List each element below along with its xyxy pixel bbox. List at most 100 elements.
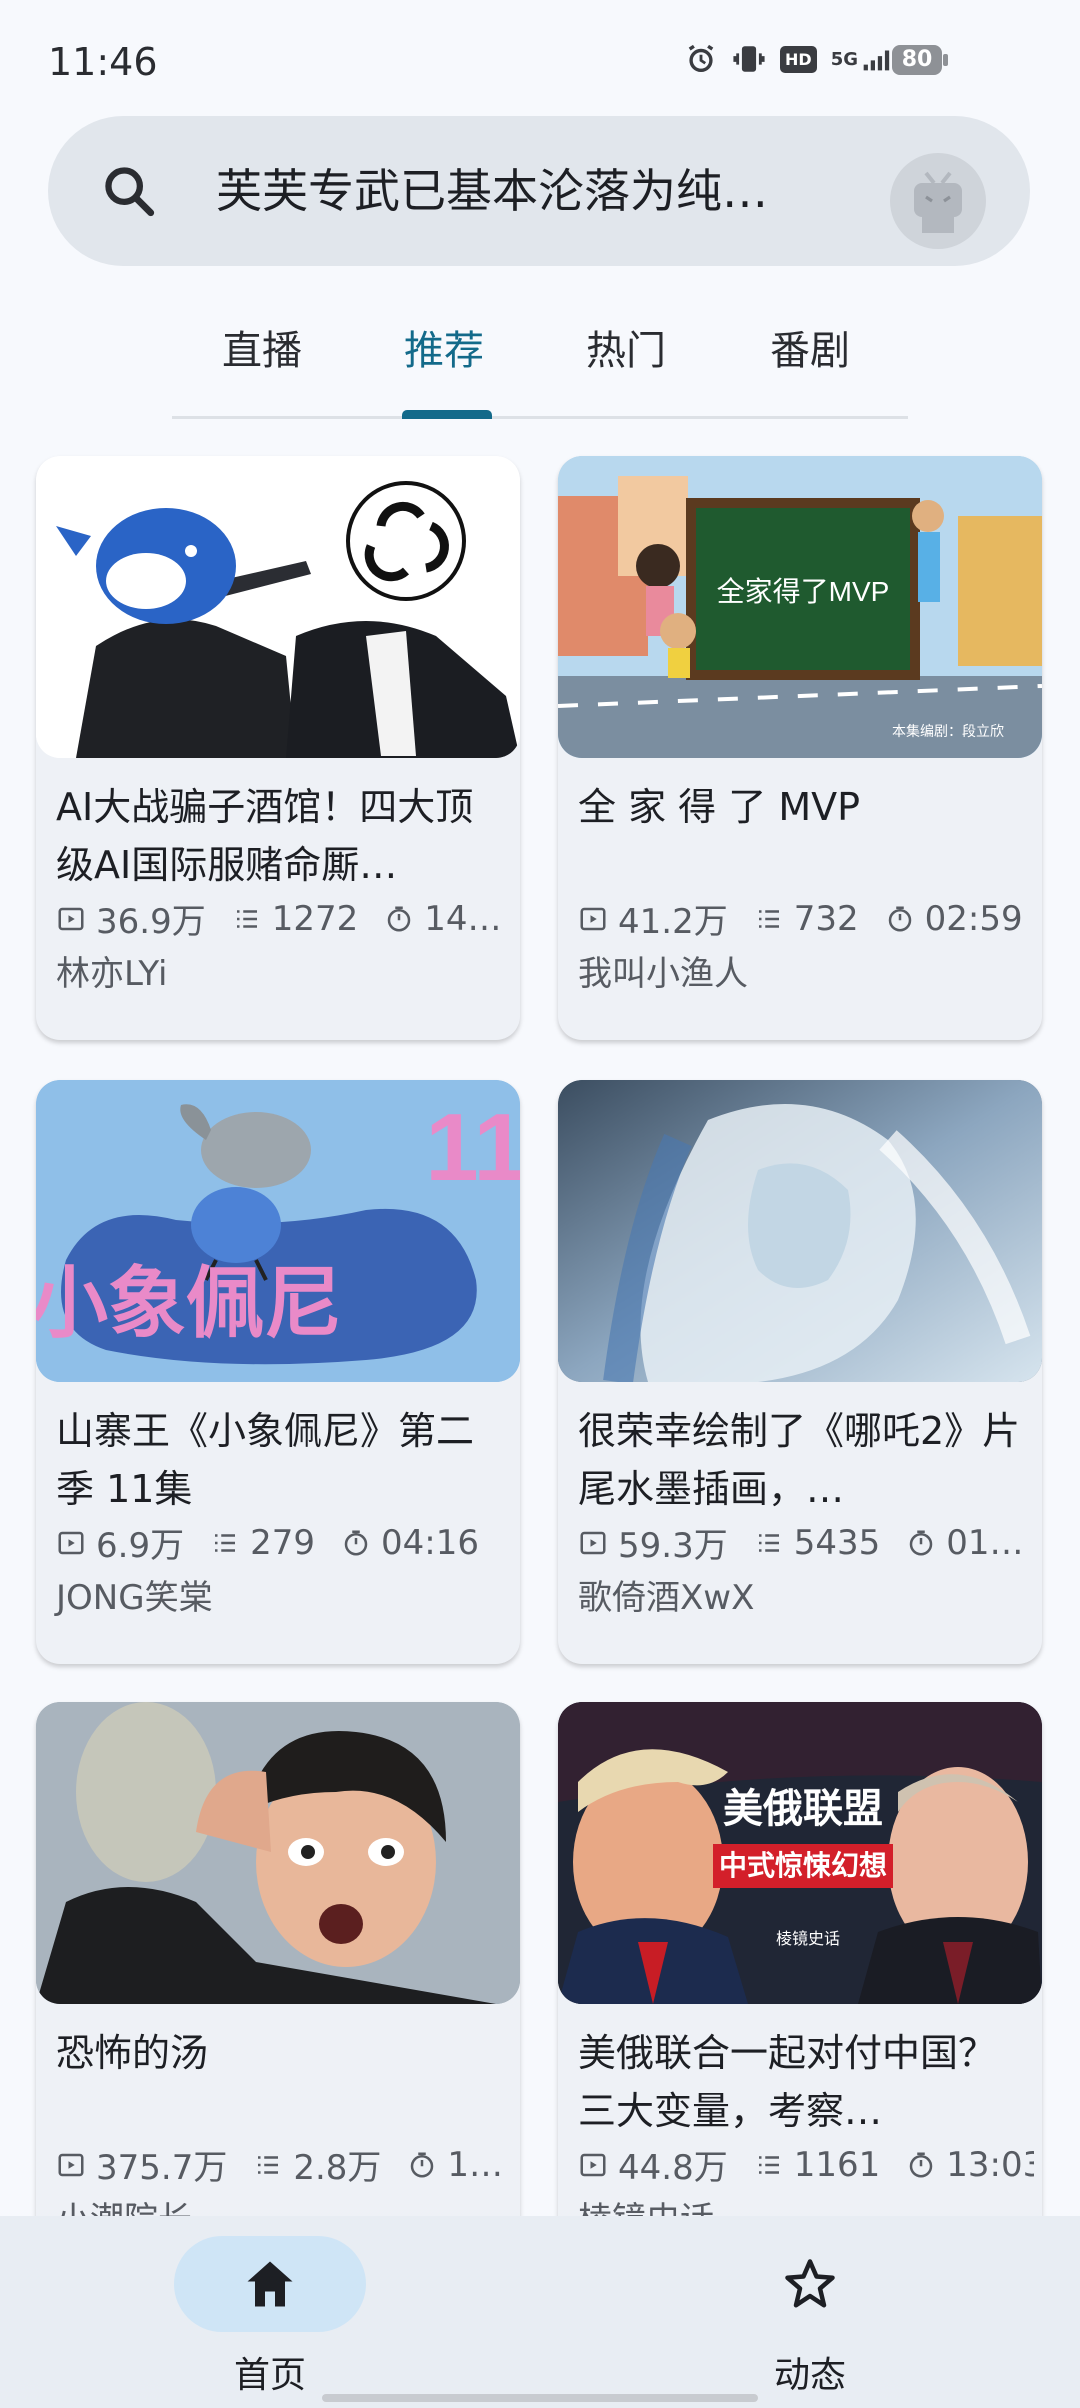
thumbnail-image (36, 1702, 520, 2004)
tab-anime[interactable]: 番剧 (770, 318, 850, 376)
video-thumbnail[interactable]: 美俄联盟 中式惊悚幻想 棱镜史话 (558, 1702, 1042, 2004)
thumbnail-text: 小象佩尼 (36, 1259, 342, 1347)
thumbnail-image: 全家得了MVP 本集编剧：段立欣 (558, 456, 1042, 758)
play-count-icon (58, 1531, 84, 1554)
danmaku-count: 2.8万 (293, 2148, 382, 2188)
duration: 02:59 (924, 898, 1023, 939)
thumbnail-text: 美俄联盟 (723, 1787, 883, 1831)
status-bar: 11:46 HD 5G 80 (0, 0, 1080, 110)
bottom-navigation: 首页 动态 (0, 2216, 1080, 2408)
video-card[interactable]: 很荣幸绘制了《哪吒2》片尾水墨插画，… 59.3万 5435 01… 歌倚酒Xw… (558, 1080, 1042, 1664)
author-name[interactable]: 我叫小渔人 (578, 946, 748, 995)
battery-icon: 80 (892, 45, 948, 75)
thumbnail-image (36, 456, 520, 758)
video-thumbnail[interactable]: 小象佩尼 11 (36, 1080, 520, 1382)
hd-badge: HD (780, 45, 817, 73)
play-count-icon (58, 2153, 84, 2176)
timer-icon (411, 2152, 434, 2177)
video-title[interactable]: 全 家 得 了 MVP (578, 778, 1022, 836)
danmaku-count: 1161 (793, 2144, 881, 2185)
thumbnail-image: 美俄联盟 中式惊悚幻想 棱镜史话 (558, 1702, 1042, 2004)
danmaku-icon (215, 1533, 236, 1552)
duration: 04:16 (380, 1522, 479, 1563)
duration: 13:03 (946, 2144, 1034, 2185)
duration: 14… (424, 898, 502, 939)
status-time: 11:46 (48, 40, 158, 84)
danmaku-count: 5435 (793, 1522, 881, 1563)
alarm-icon (688, 44, 714, 73)
video-title[interactable]: 山寨王《小象佩尼》第二季 11集 (56, 1402, 500, 1518)
danmaku-count: 279 (250, 1522, 315, 1563)
video-thumbnail[interactable] (36, 1702, 520, 2004)
view-count: 6.9万 (96, 1526, 185, 1566)
video-thumbnail[interactable] (36, 456, 520, 758)
view-count: 375.7万 (96, 2148, 228, 2188)
video-card[interactable]: 恐怖的汤 375.7万 2.8万 1… 小潮院长 (36, 1702, 520, 2286)
video-title[interactable]: 恐怖的汤 (56, 2024, 500, 2082)
video-title[interactable]: 美俄联合一起对付中国？三大变量，考察… (578, 2024, 1022, 2140)
tab-live[interactable]: 直播 (222, 318, 302, 376)
thumbnail-subtext: 中式惊悚幻想 (719, 1850, 887, 1881)
duration: 1… (447, 2144, 504, 2185)
danmaku-count: 1272 (271, 898, 359, 939)
video-thumbnail[interactable]: 全家得了MVP 本集编剧：段立欣 (558, 456, 1042, 758)
tab-indicator (402, 410, 492, 419)
nav-label-home[interactable]: 首页 (234, 2346, 306, 2398)
play-count-icon (58, 907, 84, 930)
nav-label-dynamics[interactable]: 动态 (774, 2346, 846, 2398)
timer-icon (888, 906, 911, 931)
view-count: 59.3万 (618, 1526, 728, 1566)
network-type: 5G (830, 48, 858, 70)
timer-icon (909, 1530, 933, 1555)
search-query[interactable]: 芙芙专武已基本沦落为纯… (216, 162, 866, 220)
play-count-icon (580, 907, 606, 930)
view-count: 41.2万 (618, 902, 728, 942)
video-title[interactable]: 很荣幸绘制了《哪吒2》片尾水墨插画，… (578, 1402, 1022, 1518)
thumbnail-caption: 本集编剧：段立欣 (892, 723, 1004, 739)
video-title[interactable]: AI大战骗子酒馆！四大顶级AI国际服赌命厮… (56, 778, 500, 894)
video-stats: 44.8万 1161 13:03 (578, 2140, 1034, 2189)
search-bar[interactable]: 芙芙专武已基本沦落为纯… (48, 116, 1030, 266)
author-name[interactable]: 歌倚酒XwX (578, 1570, 754, 1619)
video-stats: 6.9万 279 04:16 (56, 1518, 512, 1567)
danmaku-icon (758, 909, 779, 928)
tab-hot[interactable]: 热门 (586, 318, 666, 376)
video-card[interactable]: 全家得了MVP 本集编剧：段立欣 全 家 得 了 MVP 41.2万 732 0… (558, 456, 1042, 1040)
view-count: 44.8万 (618, 2148, 728, 2188)
video-card[interactable]: 小象佩尼 11 山寨王《小象佩尼》第二季 11集 6.9万 279 04:16 … (36, 1080, 520, 1664)
video-stats: 36.9万 1272 14… (56, 894, 512, 943)
danmaku-icon (758, 2155, 779, 2174)
timer-icon (909, 2152, 933, 2177)
timer-icon (387, 906, 411, 931)
author-name[interactable]: JONG笑棠 (56, 1570, 213, 1619)
thumbnail-text: 全家得了MVP (717, 576, 890, 607)
thumbnail-image (558, 1080, 1042, 1382)
category-tabs: 直播 推荐 热门 番剧 (172, 300, 908, 420)
author-name[interactable]: 林亦LYi (56, 946, 167, 995)
thumbnail-brand: 棱镜史话 (776, 1929, 840, 1948)
search-icon[interactable] (100, 162, 158, 220)
video-stats: 375.7万 2.8万 1… (56, 2140, 512, 2189)
video-stats: 41.2万 732 02:59 (578, 894, 1034, 943)
tabs-divider (172, 416, 908, 419)
danmaku-icon (236, 909, 257, 928)
vibrate-icon (733, 46, 765, 72)
danmaku-icon (758, 1533, 779, 1552)
video-card[interactable]: AI大战骗子酒馆！四大顶级AI国际服赌命厮… 36.9万 1272 14… 林亦… (36, 456, 520, 1040)
video-thumbnail[interactable] (558, 1080, 1042, 1382)
video-card[interactable]: 美俄联盟 中式惊悚幻想 棱镜史话 美俄联合一起对付中国？三大变量，考察… 44.… (558, 1702, 1042, 2286)
video-stats: 59.3万 5435 01… (578, 1518, 1034, 1567)
star-icon[interactable] (780, 2254, 840, 2314)
avatar[interactable] (890, 153, 986, 249)
tv-mascot-icon (914, 171, 962, 233)
tab-recommend[interactable]: 推荐 (404, 318, 484, 376)
gesture-bar[interactable] (322, 2394, 758, 2402)
home-icon[interactable] (240, 2254, 300, 2314)
duration: 01… (946, 1522, 1024, 1563)
play-count-icon (580, 1531, 606, 1554)
danmaku-count: 732 (793, 898, 859, 939)
timer-icon (344, 1530, 368, 1555)
thumbnail-number: 11 (425, 1094, 520, 1201)
view-count: 36.9万 (96, 902, 206, 942)
thumbnail-image: 小象佩尼 11 (36, 1080, 520, 1382)
